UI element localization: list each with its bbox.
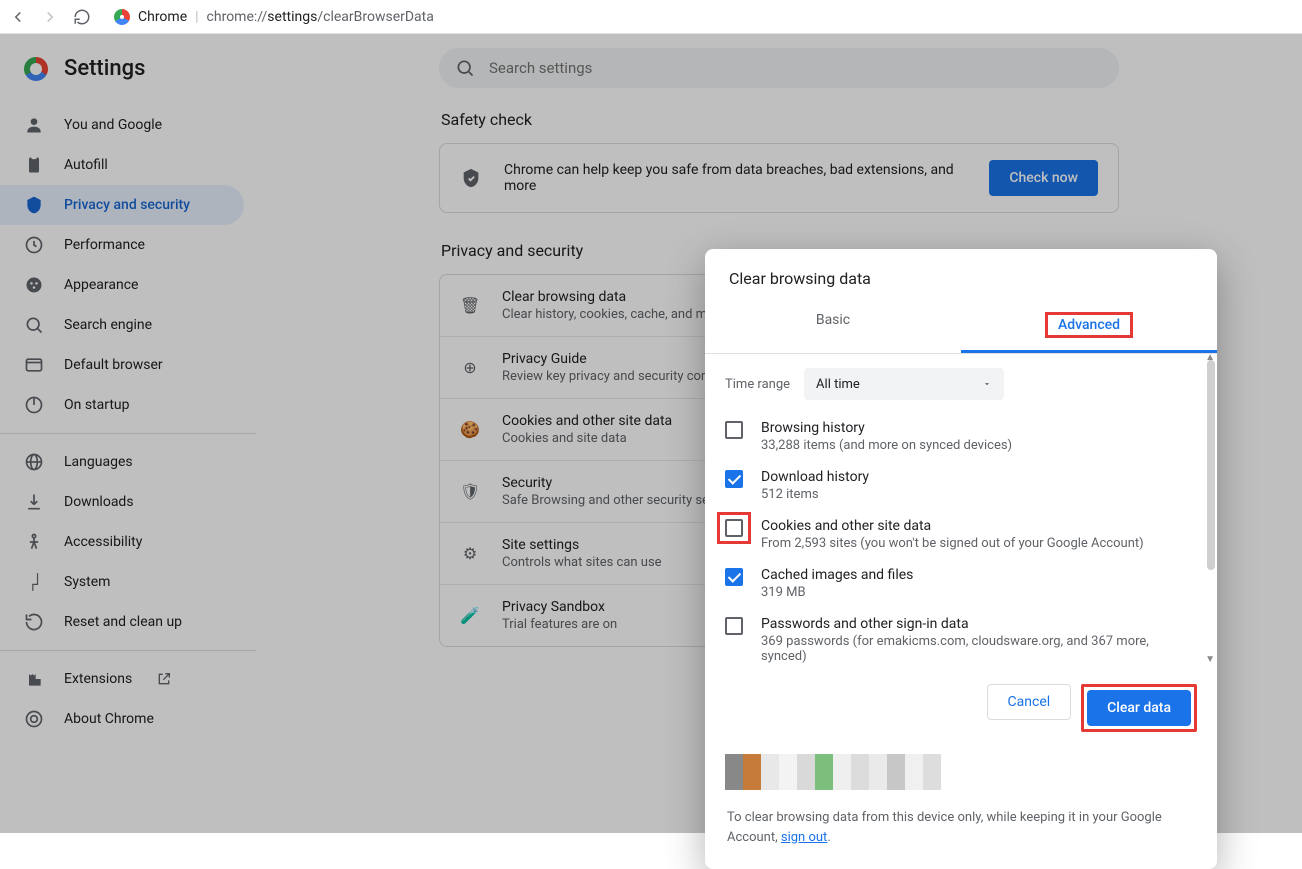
- checkbox[interactable]: [725, 470, 743, 488]
- clear-data-option[interactable]: Passwords and other sign-in data369 pass…: [725, 608, 1193, 666]
- clear-data-option[interactable]: Cached images and files319 MB: [725, 559, 1193, 608]
- chrome-icon: [114, 9, 130, 25]
- back-icon[interactable]: [8, 7, 28, 27]
- clear-browsing-data-dialog: Clear browsing data Basic Advanced Time …: [705, 249, 1217, 869]
- scroll-down-icon[interactable]: ▼: [1205, 654, 1215, 665]
- clear-data-button[interactable]: Clear data: [1087, 690, 1191, 726]
- tab-advanced[interactable]: Advanced: [961, 300, 1217, 353]
- clear-data-option[interactable]: Browsing history33,288 items (and more o…: [725, 412, 1193, 461]
- browser-toolbar: Chrome | chrome://settings/clearBrowserD…: [0, 0, 1302, 34]
- checkbox[interactable]: [725, 421, 743, 439]
- scroll-up-icon[interactable]: ▲: [1205, 352, 1215, 363]
- forward-icon[interactable]: [40, 7, 60, 27]
- checkbox[interactable]: [725, 568, 743, 586]
- dialog-title: Clear browsing data: [705, 249, 1217, 300]
- clear-data-option[interactable]: Cookies and other site dataFrom 2,593 si…: [725, 510, 1193, 559]
- sign-out-link[interactable]: sign out: [781, 830, 827, 845]
- tab-basic[interactable]: Basic: [705, 300, 961, 353]
- blurred-avatar: [725, 754, 945, 790]
- signout-note: To clear browsing data from this device …: [705, 808, 1217, 869]
- reload-icon[interactable]: [72, 7, 92, 27]
- checkbox[interactable]: [725, 617, 743, 635]
- omnibox[interactable]: Chrome | chrome://settings/clearBrowserD…: [114, 9, 434, 25]
- checkbox[interactable]: [725, 519, 743, 537]
- chevron-down-icon: [982, 379, 992, 389]
- dialog-scrollbar[interactable]: [1207, 360, 1215, 570]
- time-range-label: Time range: [725, 377, 790, 392]
- time-range-select[interactable]: All time: [804, 368, 1004, 400]
- omnibox-chrome-label: Chrome: [138, 9, 187, 25]
- clear-data-option[interactable]: Download history512 items: [725, 461, 1193, 510]
- cancel-button[interactable]: Cancel: [987, 684, 1072, 720]
